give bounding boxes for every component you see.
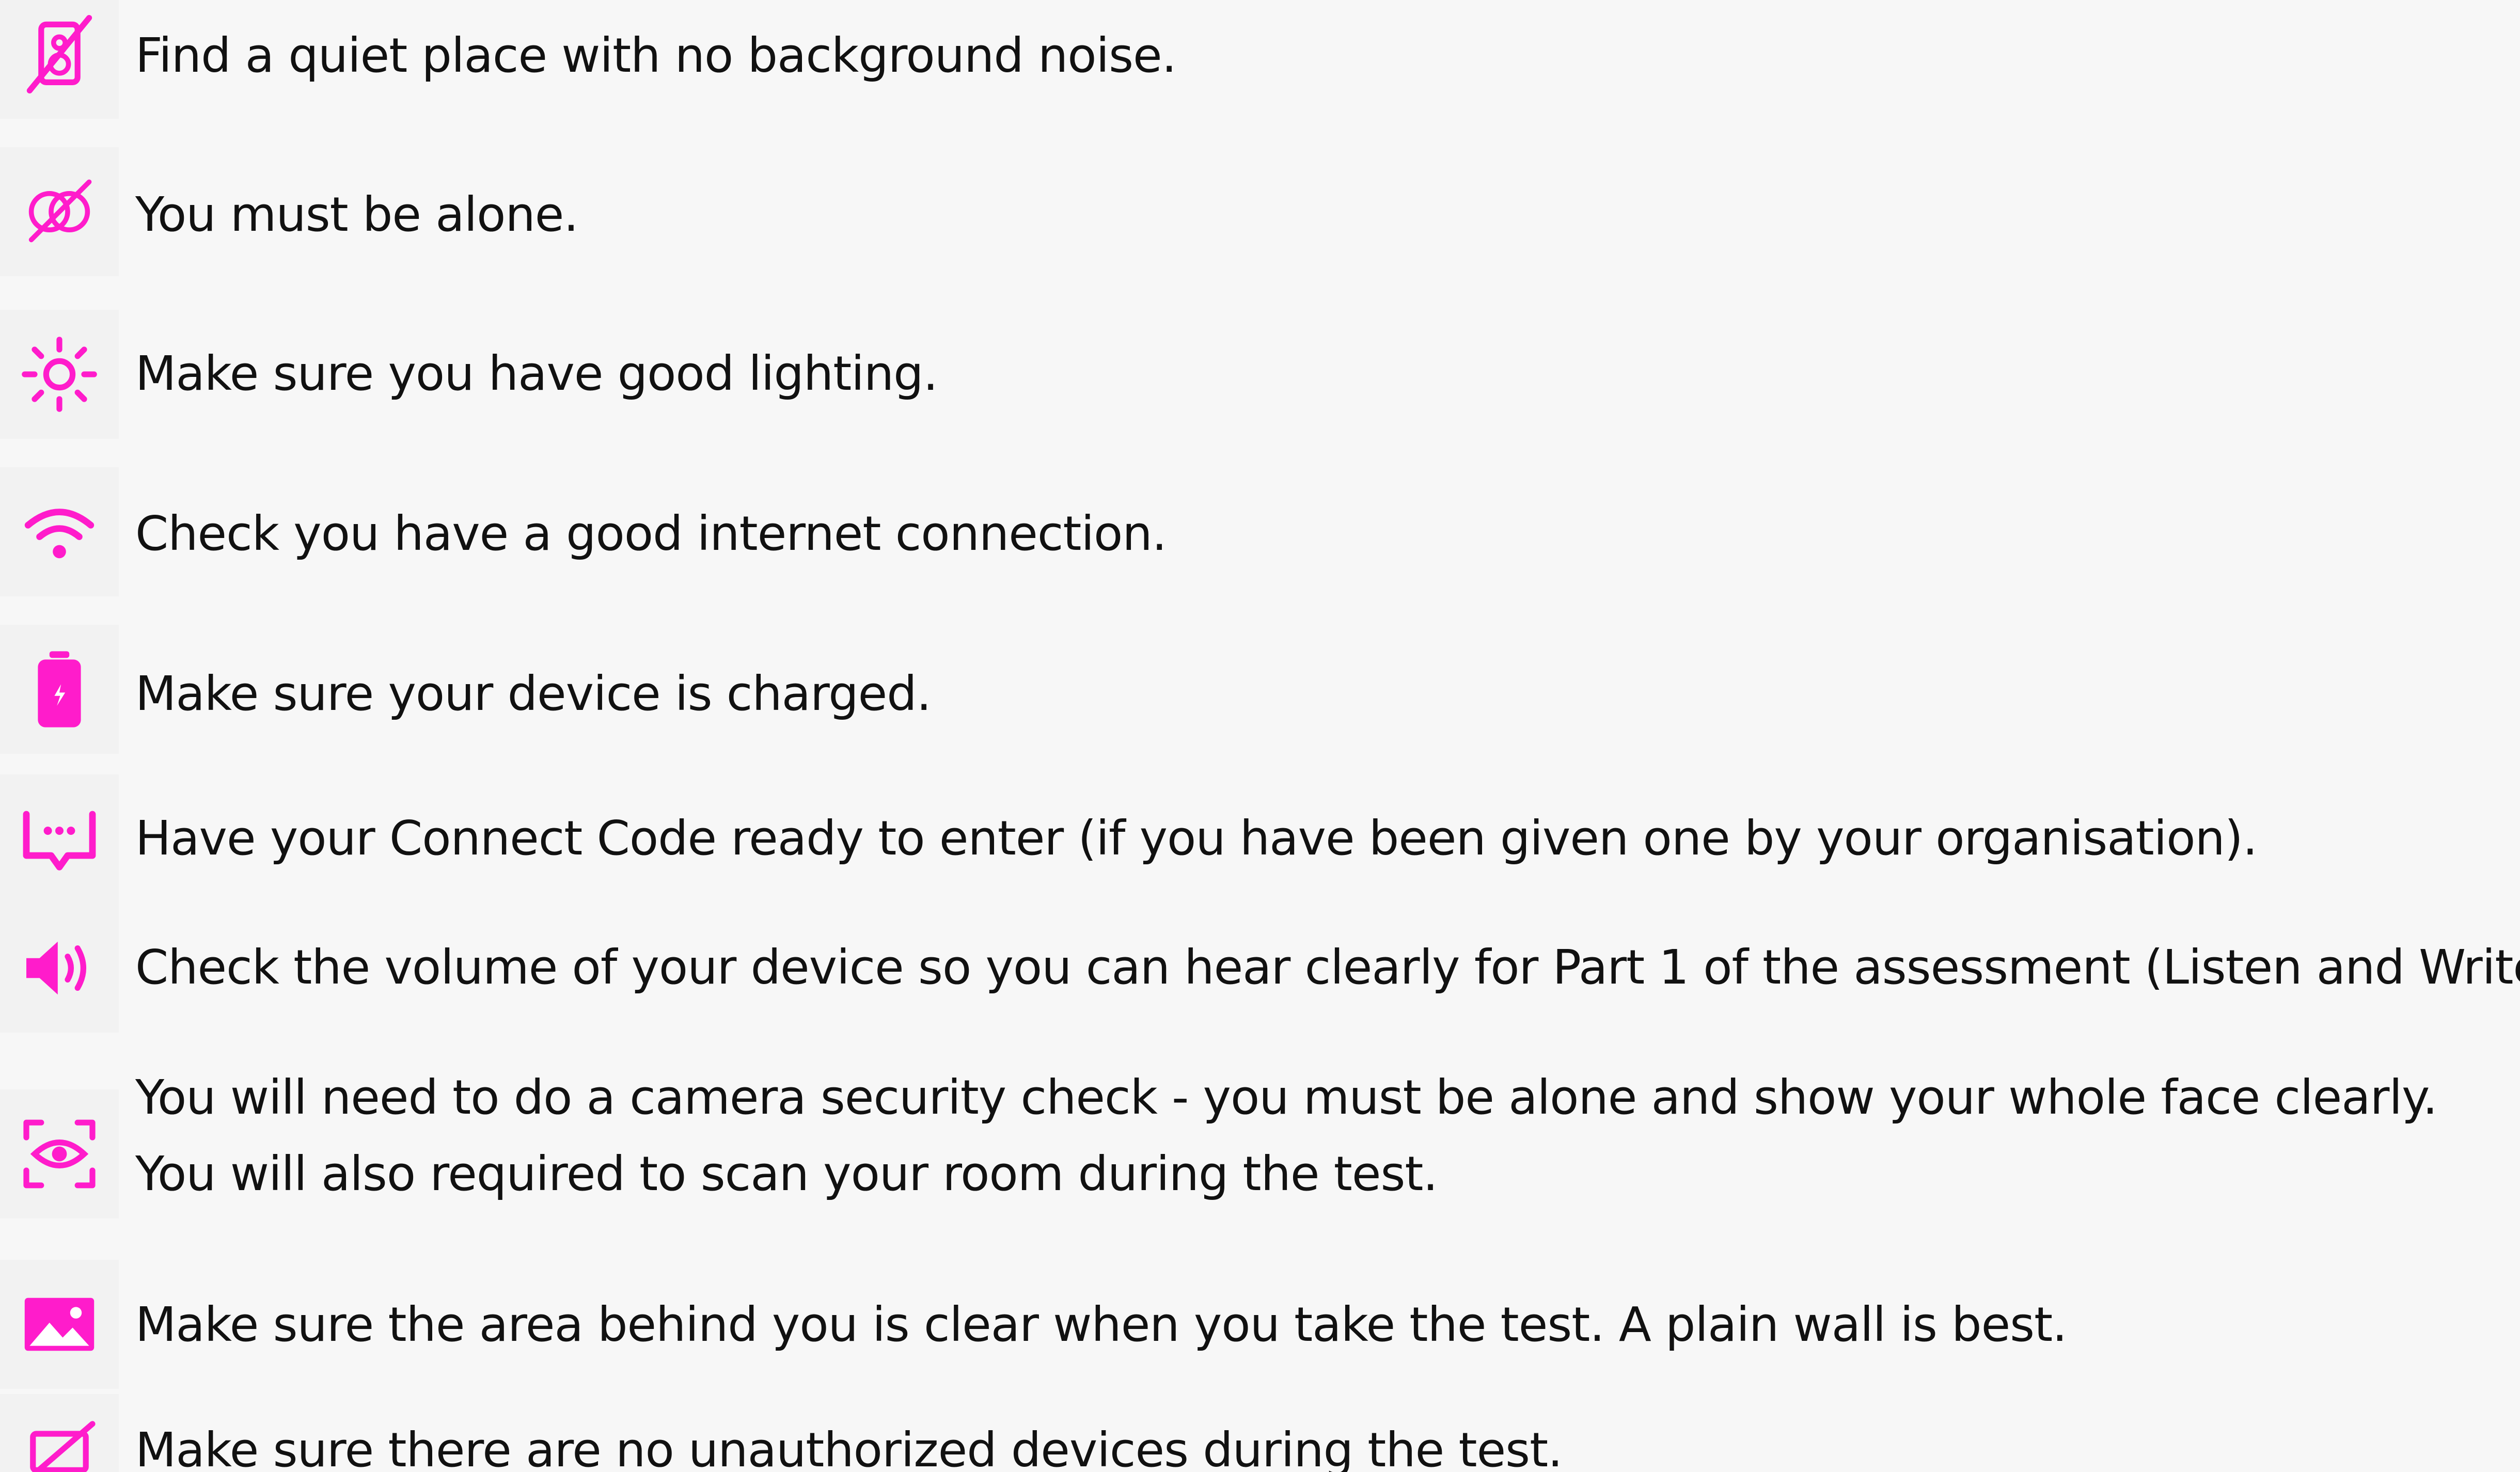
requirement-text: Make sure you have good lighting. [135,346,938,401]
requirement-text-line1: You will need to do a camera security ch… [135,1070,2438,1125]
requirement-text: Have your Connect Code ready to enter (i… [135,811,2258,866]
requirement-icon-box [0,904,119,1033]
requirement-icon-box [0,147,119,276]
requirement-icon-box [0,467,119,596]
requirement-icon-box [0,1260,119,1389]
requirement-text: Make sure your device is charged. [135,666,932,721]
image-icon [24,1297,94,1351]
people-slash-icon [28,179,92,243]
requirement-icon-box [0,0,119,119]
sun-icon [22,337,97,412]
requirement-icon-box [0,625,119,754]
requirement-text-line2: You will also required to scan your room… [135,1146,1438,1201]
requirement-icon-box [0,310,119,439]
code-bubble-icon [23,811,96,870]
requirement-icon-box [0,1394,119,1472]
requirement-text: Make sure there are no unauthorized devi… [135,1422,1563,1472]
requirements-page: Find a quiet place with no background no… [0,0,2520,1472]
laptop-slash-icon [30,1421,96,1472]
battery-charging-icon [38,651,81,727]
requirement-text: Check you have a good internet connectio… [135,506,1167,561]
requirement-text: You must be alone. [135,187,579,242]
requirement-icon-box [0,1089,119,1218]
requirement-text: Check the volume of your device so you c… [135,940,2520,995]
requirement-text: Find a quiet place with no background no… [135,28,1177,83]
requirement-icon-box [0,774,119,904]
volume-icon [26,941,86,995]
requirement-text: Make sure the area behind you is clear w… [135,1297,2067,1352]
speaker-slash-icon [26,15,92,93]
wifi-icon [24,509,94,559]
eye-scan-icon [23,1119,96,1189]
